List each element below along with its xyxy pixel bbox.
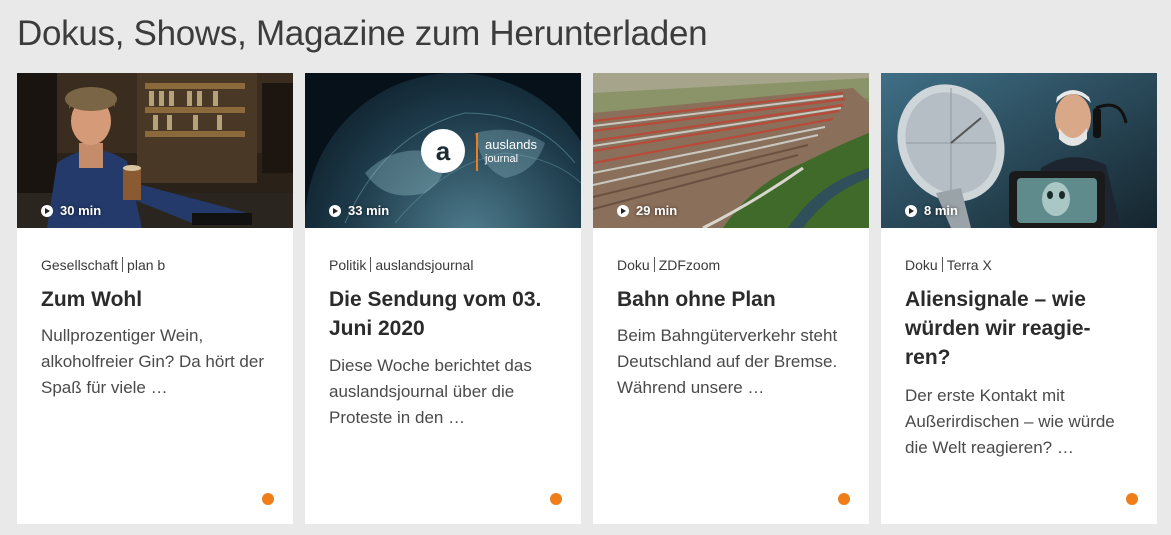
card-meta: Gesellschaft plan b [41,257,165,273]
duration-badge: 33 min [329,203,389,218]
play-icon [905,204,917,217]
logo-letter: a [436,136,451,166]
series-label[interactable]: auslandsjournal [375,257,473,273]
video-card[interactable]: 30 min Gesellschaft plan b Zum Wohl Nullp… [17,73,293,524]
card-meta: Politik auslandsjournal [329,257,473,273]
card-description: Der erste Kontakt mit Außerirdischen – w… [905,386,1115,457]
video-card[interactable]: 29 min Doku ZDFzoom Bahn ohne Plan Beim B… [593,73,869,524]
logo-word-2: journal [484,153,518,165]
video-card[interactable]: 8 min Doku Terra X Aliensignale – wie wür… [881,73,1157,524]
meta-divider [653,257,655,272]
duration-badge: 29 min [617,203,677,218]
card-title[interactable]: Aliensignale – wie würden wir reagie-ren… [905,285,1120,372]
category-label: Politik [329,257,367,273]
series-label[interactable]: Terra X [947,257,992,273]
meta-divider [941,257,943,272]
series-label[interactable]: plan b [127,257,165,273]
card-meta: Doku ZDFzoom [617,257,720,273]
category-label: Doku [905,257,938,273]
video-thumbnail[interactable]: a auslands journal 33 min [305,73,581,228]
video-thumbnail[interactable]: 30 min [17,73,293,228]
meta-divider [122,257,124,272]
card-title[interactable]: Die Sendung vom 03. Juni 2020 [329,285,569,343]
availability-dot-icon [1126,493,1138,505]
duration-label: 29 min [636,203,678,218]
card-title[interactable]: Zum Wohl [41,285,281,314]
video-card[interactable]: a auslands journal 33 min Politik ausland… [305,73,581,524]
play-icon [329,204,341,217]
card-title[interactable]: Bahn ohne Plan [617,285,857,314]
duration-badge: 8 min [905,203,958,218]
series-label[interactable]: ZDFzoom [659,257,720,273]
section-title: Dokus, Shows, Magazine zum Herunterladen [17,14,708,53]
category-label: Gesellschaft [41,257,119,273]
play-icon [41,204,53,217]
availability-dot-icon [838,493,850,505]
duration-badge: 30 min [41,203,101,218]
video-thumbnail[interactable]: 29 min [593,73,869,228]
card-description: Beim Bahngüterverkehr steht Deutschland … [617,326,838,397]
duration-label: 33 min [348,203,390,218]
duration-label: 30 min [60,203,102,218]
card-meta: Doku Terra X [905,257,992,273]
availability-dot-icon [550,493,562,505]
card-description: Diese Woche berichtet das auslandsjourna… [329,356,532,427]
video-thumbnail[interactable]: 8 min [881,73,1157,228]
meta-divider [370,257,372,272]
availability-dot-icon [262,493,274,505]
play-icon [617,204,629,217]
card-description: Nullprozentiger Wein, alkoholfreier Gin?… [41,326,265,397]
logo-word-1: auslands [485,137,538,152]
duration-label: 8 min [924,203,958,218]
category-label: Doku [617,257,650,273]
